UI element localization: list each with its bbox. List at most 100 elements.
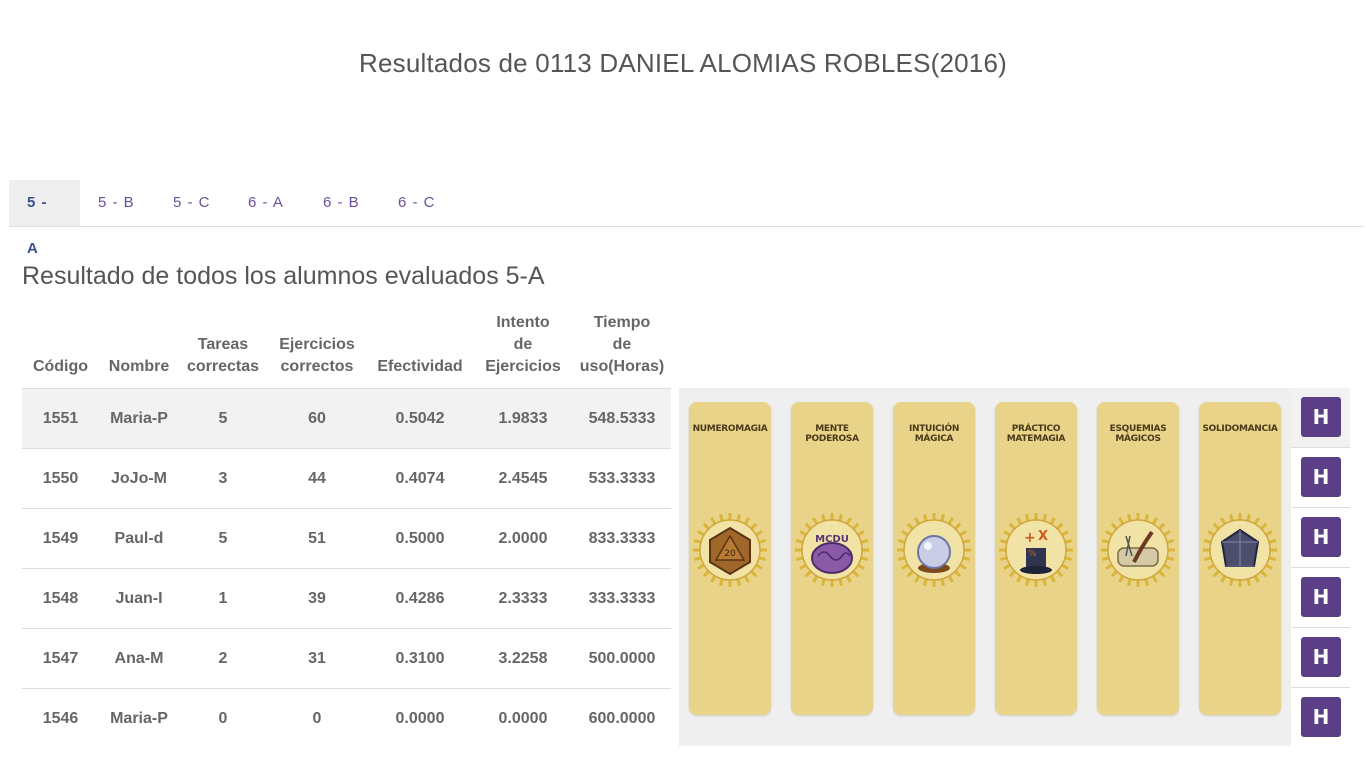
cell-efectividad: 0.3100 [367,628,473,689]
cell-tiempo: 600.0000 [573,688,671,748]
column-header-line: Código [32,358,89,375]
cell-codigo: 1551 [22,388,99,449]
cell-efectividad: 0.0000 [367,688,473,748]
badge-card: ESQUEMIAS MÁGICOS [1097,402,1179,715]
badge-title: ESQUEMIAS MÁGICOS [1109,424,1167,444]
row-divider [1291,687,1350,688]
cell-efectividad: 0.5042 [367,388,473,449]
badge-title: MENTE PODEROSA [805,424,859,444]
column-header-tiempo: Tiempo de uso(Horas) [573,308,671,389]
cell-intento: 2.4545 [473,448,573,509]
cell-ejercicios: 31 [267,628,367,689]
tab-5b[interactable]: 5 - B [80,180,155,226]
tab-6b[interactable]: 6 - B [305,180,380,226]
history-button[interactable]: H [1301,697,1341,737]
cell-ejercicios: 44 [267,448,367,509]
column-header-nombre: Nombre [99,308,179,389]
cell-nombre: Maria-P [99,688,179,748]
badge-title: SOLIDOMANCIA [1202,424,1278,434]
crystal-ball-icon [896,512,972,588]
column-header-line: Ejercicios [485,358,561,375]
cell-codigo: 1546 [22,688,99,748]
cell-nombre: Ana-M [99,628,179,689]
cell-intento: 3.2258 [473,628,573,689]
d20-dice-icon: 20 [692,512,768,588]
column-header-line: correctas [186,358,260,375]
row-divider [1291,627,1350,628]
cell-intento: 0.0000 [473,688,573,748]
column-header-codigo: Código [22,308,99,389]
badge-card: NUMEROMAGIA 20 [689,402,771,715]
badge-title: NUMEROMAGIA [692,424,768,434]
column-header-line: Intento [496,314,550,331]
column-header-line: correctos [280,358,354,375]
cell-efectividad: 0.4074 [367,448,473,509]
cell-codigo: 1549 [22,508,99,569]
row-divider [1291,447,1350,448]
table-row: 1550 JoJo-M 3 44 0.4074 2.4545 533.3333 [22,448,671,509]
cell-tareas: 0 [179,688,267,748]
svg-text:MCDU: MCDU [815,534,849,545]
badge-title: PRÁCTICO MATEMAGIA [1006,424,1066,444]
badge-card: INTUICIÓN MÁGICA [893,402,975,715]
table-row: 1549 Paul-d 5 51 0.5000 2.0000 833.3333 [22,508,671,569]
column-header-line: Ejercicios [279,336,355,353]
table-row: 1546 Maria-P 0 0 0.0000 0.0000 600.0000 [22,688,671,748]
history-button[interactable]: H [1301,577,1341,617]
cell-codigo: 1550 [22,448,99,509]
svg-text:X: X [1038,529,1048,544]
magic-hat-icon: + X% [998,512,1074,588]
scroll-quill-icon [1100,512,1176,588]
column-header-ejercicios: Ejercicios correctos [267,308,367,389]
column-header-line: Nombre [108,358,170,375]
cell-ejercicios: 60 [267,388,367,449]
column-header-efectividad: Efectividad [367,308,473,389]
cell-tiempo: 500.0000 [573,628,671,689]
tab-5a[interactable]: 5 - A [9,180,80,257]
badges-panel: NUMEROMAGIA 20 MENTE PODEROSA MCDU INTUICIÓN… [679,388,1291,746]
cell-tiempo: 833.3333 [573,508,671,569]
tab-6c[interactable]: 6 - C [380,180,455,226]
badge-title: INTUICIÓN MÁGICA [908,424,960,444]
column-header-line: Efectividad [377,358,463,375]
cell-nombre: Juan-I [99,568,179,629]
column-header-line: uso(Horas) [579,358,665,375]
section-title: Resultado de todos los alumnos evaluados… [22,262,545,290]
cell-ejercicios: 0 [267,688,367,748]
cell-tareas: 3 [179,448,267,509]
classroom-tabs: 5 - A 5 - B 5 - C 6 - A 6 - B 6 - C [9,180,1364,257]
cell-tiempo: 533.3333 [573,448,671,509]
polyhedron-icon [1202,512,1278,588]
cell-tareas: 1 [179,568,267,629]
brain-mcdu-icon: MCDU [794,512,870,588]
history-button[interactable]: H [1301,637,1341,677]
cell-efectividad: 0.5000 [367,508,473,569]
cell-intento: 2.3333 [473,568,573,629]
svg-text:20: 20 [724,549,736,559]
cell-tareas: 5 [179,388,267,449]
cell-codigo: 1548 [22,568,99,629]
column-header-line: de [513,336,533,353]
results-table: Código Nombre Tareas correctas Ejercicios cor… [22,308,671,748]
cell-ejercicios: 39 [267,568,367,629]
tab-6a[interactable]: 6 - A [230,180,305,226]
column-header-line: de [612,336,632,353]
page-title: Resultados de 0113 DANIEL ALOMIAS ROBLES… [359,48,1007,78]
badge-card: SOLIDOMANCIA [1199,402,1281,715]
cell-nombre: JoJo-M [99,448,179,509]
history-button[interactable]: H [1301,517,1341,557]
table-header-row: Código Nombre Tareas correctas Ejercicios cor… [22,308,671,389]
svg-text:+: + [1024,530,1036,546]
cell-intento: 1.9833 [473,388,573,449]
tab-5c[interactable]: 5 - C [155,180,230,226]
badge-card: PRÁCTICO MATEMAGIA + X% [995,402,1077,715]
history-button[interactable]: H [1301,397,1341,437]
column-header-tareas: Tareas correctas [179,308,267,389]
history-button[interactable]: H [1301,457,1341,497]
svg-text:%: % [1028,549,1037,559]
cell-codigo: 1547 [22,628,99,689]
table-row: 1548 Juan-I 1 39 0.4286 2.3333 333.3333 [22,568,671,629]
cell-tiempo: 333.3333 [573,568,671,629]
column-header-line: Tareas [197,336,249,353]
column-header-intento: Intento de Ejercicios [473,308,573,389]
